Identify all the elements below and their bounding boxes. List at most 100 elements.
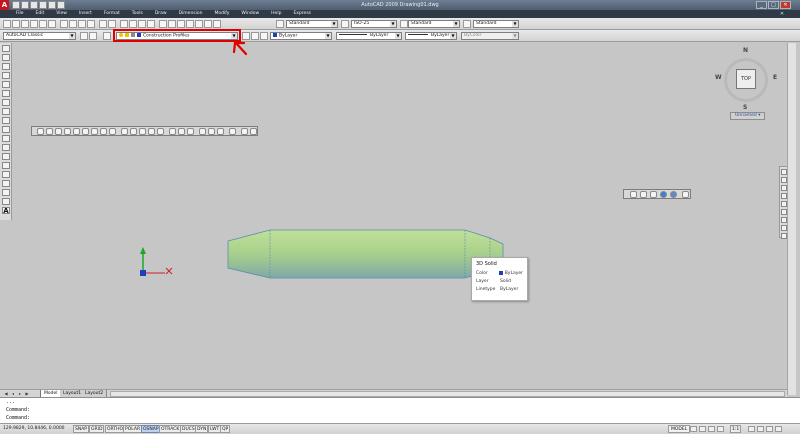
compass-north[interactable]: N: [743, 47, 748, 54]
layout-tab-bar: ◀ ◂ ▸ ▶ Model Layout1 Layout2: [0, 389, 787, 398]
ucs-object-icon[interactable]: [250, 128, 257, 135]
revision-cloud-icon[interactable]: [2, 108, 10, 115]
zoom-status-icon[interactable]: [717, 426, 724, 432]
arc-icon[interactable]: [2, 90, 10, 97]
3d-move-icon[interactable]: [199, 128, 206, 135]
point-icon[interactable]: [2, 162, 10, 169]
command-input[interactable]: Command:: [0, 414, 800, 422]
3d-wireframe-icon[interactable]: [640, 191, 647, 198]
osnap-toggle[interactable]: OSNAP: [141, 425, 161, 433]
annotation-visibility-icon[interactable]: [748, 426, 755, 432]
conceptual-icon[interactable]: [670, 191, 677, 198]
wcs-label: Unnamed: [735, 113, 757, 118]
tooltip-key: Color: [476, 271, 488, 276]
union-icon[interactable]: [169, 128, 176, 135]
polar-toggle[interactable]: POLAR: [123, 425, 143, 433]
coordinates-readout[interactable]: 129.9829, 10.8446, 0.0000: [3, 426, 65, 432]
construction-line-icon[interactable]: [2, 54, 10, 61]
2d-wireframe-icon[interactable]: [630, 191, 637, 198]
status-bar: 129.9829, 10.8446, 0.0000 SNAP GRID ORTH…: [0, 423, 800, 434]
quick-view-layouts-icon[interactable]: [690, 426, 697, 432]
make-block-icon[interactable]: [2, 153, 10, 160]
command-history-line: Command:: [6, 407, 31, 413]
circle-icon[interactable]: [2, 99, 10, 106]
realistic-icon[interactable]: [660, 191, 667, 198]
ellipse-arc-icon[interactable]: [2, 135, 10, 142]
clean-screen-icon[interactable]: [775, 426, 782, 432]
grid-toggle[interactable]: GRID: [89, 425, 105, 433]
wcs-menu[interactable]: Unnamed ▾: [730, 112, 766, 120]
tooltip-row: Layer Solid: [476, 278, 523, 286]
command-history-line: ...: [6, 399, 16, 405]
tooltip-value: ByLayer: [500, 287, 519, 292]
viewcube[interactable]: N S E W TOP: [715, 47, 777, 111]
tooltip-row: Linetype ByLayer: [476, 286, 523, 294]
quick-view-drawings-icon[interactable]: [699, 426, 706, 432]
polysolid-icon[interactable]: [37, 128, 44, 135]
3d-hidden-icon[interactable]: [650, 191, 657, 198]
3d-rotate-icon[interactable]: [208, 128, 215, 135]
subtract-icon[interactable]: [178, 128, 185, 135]
snap-toggle[interactable]: SNAP: [73, 425, 90, 433]
drawing-area[interactable]: [0, 0, 800, 434]
visual-styles-manager-icon[interactable]: [682, 191, 689, 198]
workspace-switch-icon[interactable]: [757, 426, 764, 432]
dyn-toggle[interactable]: DYN: [195, 425, 209, 433]
color-swatch-icon: [498, 270, 503, 275]
3d-align-icon[interactable]: [217, 128, 224, 135]
tooltip-row: Color ByLayer: [476, 270, 523, 278]
compass-south[interactable]: S: [743, 104, 747, 111]
compass-west[interactable]: W: [715, 74, 722, 81]
visual-styles-toolbar: [623, 189, 691, 199]
region-icon[interactable]: [2, 189, 10, 196]
tooltip-title: 3D Solid: [476, 261, 497, 267]
pan-status-icon[interactable]: [708, 426, 715, 432]
sphere-icon[interactable]: [73, 128, 80, 135]
wedge-icon[interactable]: [55, 128, 62, 135]
box-icon[interactable]: [46, 128, 53, 135]
model-space-indicator[interactable]: MODEL: [668, 425, 691, 433]
polygon-icon[interactable]: [2, 72, 10, 79]
hatch-icon[interactable]: [2, 171, 10, 178]
toolbar-lock-icon[interactable]: [766, 426, 773, 432]
rectangle-icon[interactable]: [2, 81, 10, 88]
line-icon[interactable]: [2, 45, 10, 52]
modeling-toolbar: [31, 126, 258, 136]
annotation-arrow-icon: [232, 41, 248, 56]
loft-icon[interactable]: [157, 128, 164, 135]
multiline-text-icon[interactable]: A: [2, 207, 10, 215]
revolve-icon[interactable]: [148, 128, 155, 135]
vertical-scrollbar[interactable]: [787, 43, 796, 395]
intersect-icon[interactable]: [187, 128, 194, 135]
tooltip-value: Solid: [500, 279, 511, 284]
ellipse-icon[interactable]: [2, 126, 10, 133]
viewcube-top-face[interactable]: TOP: [736, 69, 756, 89]
presspull-icon[interactable]: [130, 128, 137, 135]
3d-array-icon[interactable]: [229, 128, 236, 135]
extrude-icon[interactable]: [121, 128, 128, 135]
tooltip-value-text: ByLayer: [504, 271, 523, 276]
qp-toggle[interactable]: QP: [220, 425, 231, 433]
pyramid-icon[interactable]: [100, 128, 107, 135]
cone-icon[interactable]: [64, 128, 71, 135]
annotation-scale[interactable]: 1:1: [730, 425, 742, 433]
insert-block-icon[interactable]: [2, 144, 10, 151]
rollover-tooltip: 3D Solid Color ByLayer Layer Solid Linet…: [471, 257, 528, 301]
polyline-icon[interactable]: [2, 63, 10, 70]
spline-icon[interactable]: [2, 117, 10, 124]
sweep-icon[interactable]: [139, 128, 146, 135]
compass-east[interactable]: E: [773, 74, 777, 81]
torus-icon[interactable]: [91, 128, 98, 135]
ucs-icon: [140, 247, 173, 276]
3d-solid[interactable]: [227, 229, 504, 279]
gradient-icon[interactable]: [2, 180, 10, 187]
planar-surface-icon[interactable]: [109, 128, 116, 135]
draw-toolbar: A: [0, 43, 12, 220]
table-icon[interactable]: [2, 198, 10, 205]
tooltip-key: Linetype: [476, 287, 496, 292]
ucs-world-icon[interactable]: [241, 128, 248, 135]
otrack-toggle[interactable]: OTRACK: [159, 425, 182, 433]
tooltip-value: ByLayer: [498, 270, 523, 278]
cylinder-icon[interactable]: [82, 128, 89, 135]
command-window: ... Command: Command:: [0, 397, 800, 423]
